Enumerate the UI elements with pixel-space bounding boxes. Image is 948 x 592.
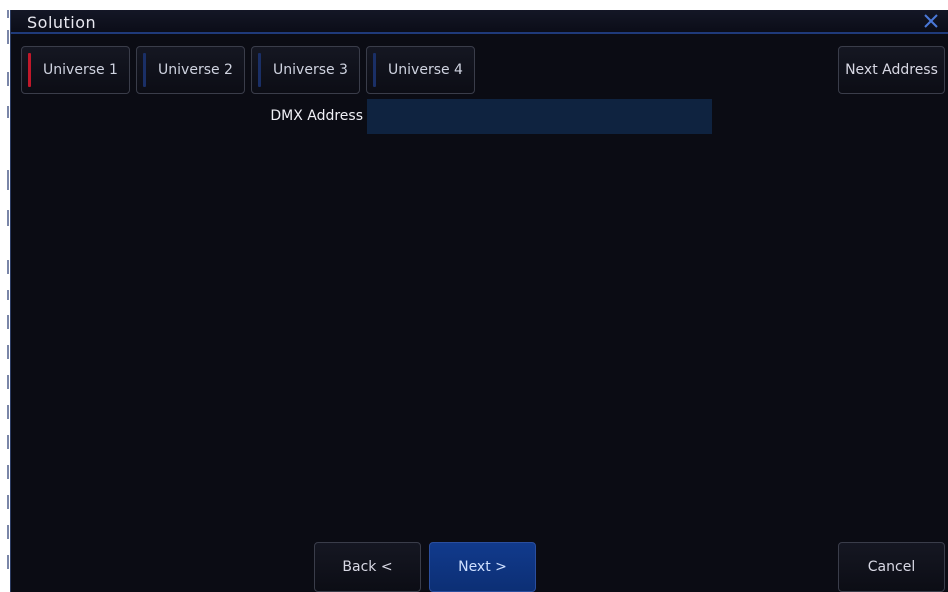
next-address-button[interactable]: Next Address <box>838 46 945 94</box>
tab-universe-1[interactable]: Universe 1 <box>21 46 130 94</box>
dmx-address-input[interactable] <box>367 99 712 134</box>
close-icon[interactable] <box>922 12 940 30</box>
tab-stripe <box>28 53 31 87</box>
tab-label: Universe 4 <box>388 62 463 78</box>
next-button[interactable]: Next > <box>429 542 536 592</box>
solution-dialog: Solution Universe 1 Universe 2 Universe … <box>10 10 948 592</box>
cancel-button[interactable]: Cancel <box>838 542 945 592</box>
tab-stripe <box>258 53 261 87</box>
tab-universe-2[interactable]: Universe 2 <box>136 46 245 94</box>
tab-stripe <box>373 53 376 87</box>
tab-universe-3[interactable]: Universe 3 <box>251 46 360 94</box>
tab-label: Universe 2 <box>158 62 233 78</box>
tab-label: Universe 1 <box>43 62 118 78</box>
tab-label: Universe 3 <box>273 62 348 78</box>
left-edge-markers <box>0 10 10 592</box>
tab-universe-4[interactable]: Universe 4 <box>366 46 475 94</box>
title-bar: Solution <box>11 10 948 34</box>
dialog-title: Solution <box>27 13 97 32</box>
tab-stripe <box>143 53 146 87</box>
back-button[interactable]: Back < <box>314 542 421 592</box>
dmx-address-label: DMX Address <box>270 108 363 124</box>
